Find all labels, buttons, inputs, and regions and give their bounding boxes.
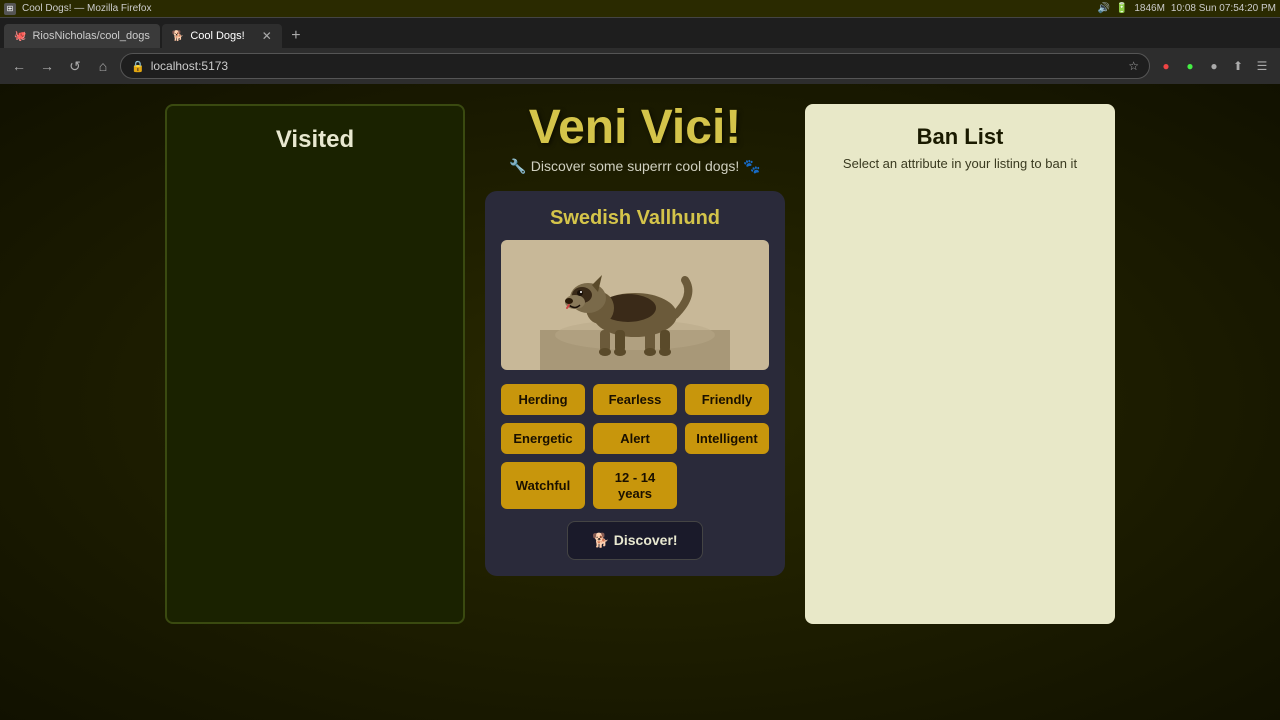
taskbar-sysinfo: 1846M bbox=[1134, 3, 1165, 14]
browser-tabs-bar: 🐙 RiosNicholas/cool_dogs 🐕 Cool Dogs! ✕ … bbox=[0, 18, 1280, 48]
tab-cooldogs-favicon: 🐕 bbox=[172, 31, 184, 42]
forward-button[interactable]: → bbox=[36, 55, 58, 77]
dog-image bbox=[501, 240, 769, 370]
tab-close-button[interactable]: ✕ bbox=[262, 29, 272, 43]
nav-icon-2[interactable]: ● bbox=[1180, 56, 1200, 76]
attr-friendly[interactable]: Friendly bbox=[685, 384, 769, 415]
address-bar[interactable]: 🔒 localhost:5173 ☆ bbox=[120, 53, 1150, 79]
ban-title: Ban List bbox=[917, 124, 1004, 150]
tab-github-favicon: 🐙 bbox=[14, 31, 26, 42]
nav-icon-1[interactable]: ● bbox=[1156, 56, 1176, 76]
discover-button[interactable]: 🐕 Discover! bbox=[567, 521, 702, 560]
os-taskbar: ⊞ Cool Dogs! — Mozilla Firefox 🔊 🔋 1846M… bbox=[0, 0, 1280, 18]
tab-cooldogs-label: Cool Dogs! bbox=[190, 30, 244, 42]
bookmark-icon[interactable]: ☆ bbox=[1128, 59, 1139, 73]
taskbar-app-icon[interactable]: ⊞ bbox=[4, 3, 16, 15]
taskbar-window-title: Cool Dogs! — Mozilla Firefox bbox=[22, 3, 151, 14]
main-card-area: Veni Vici! 🔧 Discover some superrr cool … bbox=[485, 104, 785, 576]
browser-nav-bar: ← → ↺ ⌂ 🔒 localhost:5173 ☆ ● ● ● ⬆ ☰ bbox=[0, 48, 1280, 84]
taskbar-clock: 10:08 Sun 07:54:20 PM bbox=[1171, 3, 1276, 14]
lock-icon: 🔒 bbox=[131, 60, 145, 73]
attr-lifespan[interactable]: 12 - 14 years bbox=[593, 462, 677, 509]
attributes-grid: Herding Fearless Friendly Energetic Aler… bbox=[501, 384, 769, 509]
page-content: Visited Veni Vici! 🔧 Discover some super… bbox=[0, 84, 1280, 720]
visited-title: Visited bbox=[276, 126, 354, 154]
nav-icon-share[interactable]: ⬆ bbox=[1228, 56, 1248, 76]
attr-watchful[interactable]: Watchful bbox=[501, 462, 585, 509]
new-tab-button[interactable]: + bbox=[284, 24, 308, 48]
nav-icon-3[interactable]: ● bbox=[1204, 56, 1224, 76]
attr-herding[interactable]: Herding bbox=[501, 384, 585, 415]
ban-panel: Ban List Select an attribute in your lis… bbox=[805, 104, 1115, 624]
tab-github-label: RiosNicholas/cool_dogs bbox=[32, 30, 149, 42]
tab-cooldogs[interactable]: 🐕 Cool Dogs! ✕ bbox=[162, 24, 282, 48]
dog-name: Swedish Vallhund bbox=[501, 207, 769, 230]
dog-illustration bbox=[501, 240, 769, 370]
attr-fearless[interactable]: Fearless bbox=[593, 384, 677, 415]
attr-intelligent[interactable]: Intelligent bbox=[685, 423, 769, 454]
taskbar-battery-icon: 🔋 bbox=[1116, 3, 1128, 14]
main-subtitle: 🔧 Discover some superrr cool dogs! 🐾 bbox=[509, 158, 760, 175]
reload-button[interactable]: ↺ bbox=[64, 55, 86, 77]
home-button[interactable]: ⌂ bbox=[92, 55, 114, 77]
address-text: localhost:5173 bbox=[151, 59, 1123, 73]
nav-right-icons: ● ● ● ⬆ ☰ bbox=[1156, 56, 1272, 76]
attr-energetic[interactable]: Energetic bbox=[501, 423, 585, 454]
dog-card: Swedish Vallhund bbox=[485, 191, 785, 576]
ban-subtitle: Select an attribute in your listing to b… bbox=[843, 156, 1077, 171]
tab-github[interactable]: 🐙 RiosNicholas/cool_dogs bbox=[4, 24, 160, 48]
back-button[interactable]: ← bbox=[8, 55, 30, 77]
attr-alert[interactable]: Alert bbox=[593, 423, 677, 454]
nav-icon-menu[interactable]: ☰ bbox=[1252, 56, 1272, 76]
visited-panel: Visited bbox=[165, 104, 465, 624]
taskbar-right: 🔊 🔋 1846M 10:08 Sun 07:54:20 PM bbox=[1097, 3, 1276, 14]
taskbar-volume-icon: 🔊 bbox=[1097, 3, 1109, 14]
taskbar-left: ⊞ Cool Dogs! — Mozilla Firefox bbox=[4, 3, 151, 15]
main-heading: Veni Vici! bbox=[529, 104, 742, 152]
